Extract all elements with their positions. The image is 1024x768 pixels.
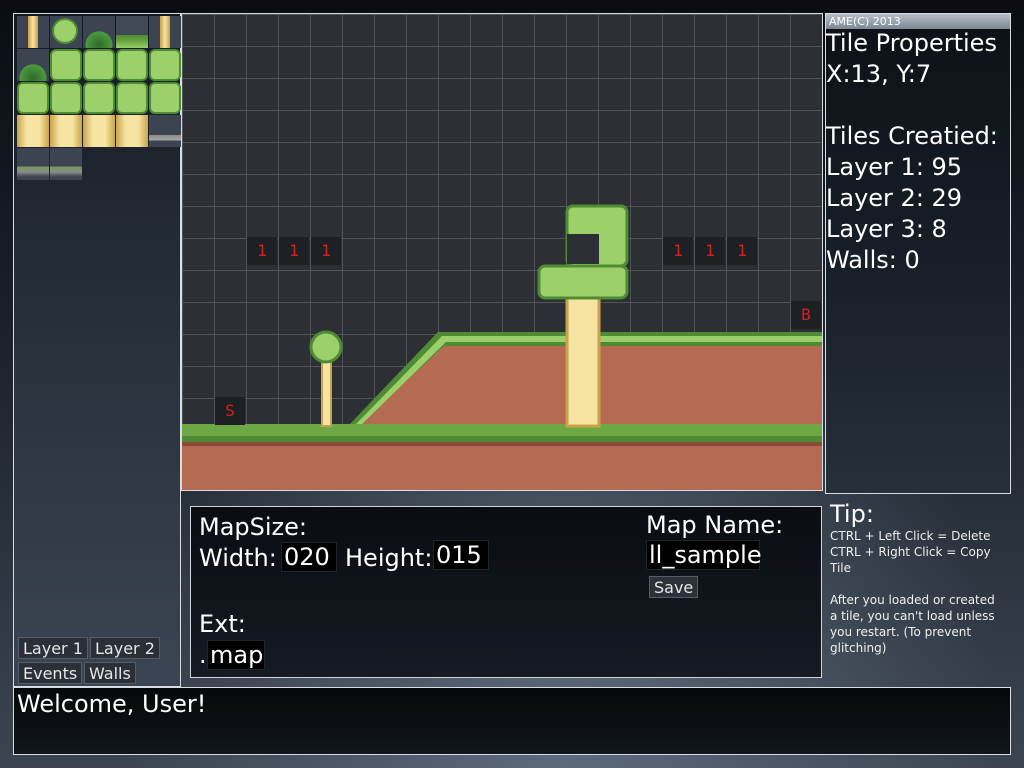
mapsize-label: MapSize: bbox=[199, 513, 307, 541]
tile-grass[interactable] bbox=[83, 49, 115, 81]
height-input[interactable]: 015 bbox=[433, 540, 489, 570]
tile-grass-top[interactable] bbox=[116, 16, 148, 48]
start-marker[interactable]: S bbox=[215, 397, 245, 425]
tile-grass[interactable] bbox=[17, 82, 49, 114]
events-button[interactable]: Events bbox=[18, 662, 83, 684]
tile-rock-grass[interactable] bbox=[17, 148, 49, 180]
width-label: Width: bbox=[199, 544, 277, 572]
tile-palette[interactable]: Layer 1 Layer 2 Events Walls bbox=[13, 13, 181, 687]
layer2-count: Layer 2: 29 bbox=[826, 184, 963, 212]
event-marker[interactable]: 1 bbox=[279, 237, 309, 265]
event-marker[interactable]: 1 bbox=[663, 237, 693, 265]
pillar bbox=[565, 296, 601, 428]
tile-grass[interactable] bbox=[149, 82, 181, 114]
tip-line: After you loaded or created bbox=[830, 593, 995, 607]
event-marker[interactable]: 1 bbox=[695, 237, 725, 265]
status-message: Welcome, User! bbox=[17, 690, 207, 718]
tip-line: glitching) bbox=[830, 641, 887, 655]
tile-pole[interactable] bbox=[17, 16, 49, 48]
tile-grass[interactable] bbox=[50, 49, 82, 81]
walls-count: Walls: 0 bbox=[826, 246, 920, 274]
layer1-button[interactable]: Layer 1 bbox=[18, 637, 88, 659]
tile-rock-grass[interactable] bbox=[50, 148, 82, 180]
tile-grass[interactable] bbox=[50, 82, 82, 114]
ext-dot: . bbox=[199, 641, 207, 669]
panel-title: Tile Properties bbox=[826, 29, 997, 57]
tip-line: a tile, you can't load unless bbox=[830, 609, 995, 623]
ext-input[interactable]: map bbox=[207, 640, 265, 670]
tip-line: CTRL + Left Click = Delete bbox=[830, 529, 991, 543]
event-marker[interactable]: 1 bbox=[727, 237, 757, 265]
event-marker[interactable]: 1 bbox=[311, 237, 341, 265]
tip-panel: Tip: CTRL + Left Click = Delete CTRL + R… bbox=[830, 500, 1015, 656]
layer2-button[interactable]: Layer 2 bbox=[90, 637, 160, 659]
pole-ball bbox=[309, 330, 343, 364]
bush-bottom bbox=[537, 264, 629, 300]
tile-grass[interactable] bbox=[116, 49, 148, 81]
tip-line: you restart. (To prevent bbox=[830, 625, 972, 639]
height-label: Height: bbox=[345, 544, 433, 572]
tip-line: CTRL + Right Click = Copy Tile bbox=[830, 545, 991, 575]
ground-shade bbox=[182, 442, 822, 446]
ground-grass-edge bbox=[182, 436, 822, 442]
status-bar: Welcome, User! bbox=[13, 687, 1011, 755]
event-marker[interactable]: 1 bbox=[247, 237, 277, 265]
ground-grass bbox=[182, 424, 822, 436]
save-button[interactable]: Save bbox=[649, 576, 699, 598]
bush-gap bbox=[567, 234, 599, 264]
tip-title: Tip: bbox=[830, 500, 874, 528]
tile-coordinates: X:13, Y:7 bbox=[826, 60, 932, 88]
width-input[interactable]: 020 bbox=[281, 542, 337, 572]
tile-grass[interactable] bbox=[116, 82, 148, 114]
boss-marker[interactable]: B bbox=[791, 301, 821, 329]
tile-pole-wide[interactable] bbox=[50, 115, 82, 147]
tile-bush[interactable] bbox=[17, 49, 49, 81]
walls-button[interactable]: Walls bbox=[84, 662, 136, 684]
tile-pole-wide[interactable] bbox=[116, 115, 148, 147]
tile-pole-wide[interactable] bbox=[17, 115, 49, 147]
tile-pole-wide[interactable] bbox=[83, 115, 115, 147]
tile-ball[interactable] bbox=[50, 16, 82, 48]
tile-properties-panel: AME(C) 2013 Tile Properties X:13, Y:7 Ti… bbox=[825, 13, 1011, 494]
tile-rock[interactable] bbox=[149, 115, 181, 147]
map-name-input[interactable]: ll_sample bbox=[646, 540, 762, 570]
tile-bush[interactable] bbox=[83, 16, 115, 48]
layer3-count: Layer 3: 8 bbox=[826, 215, 947, 243]
map-name-label: Map Name: bbox=[646, 511, 784, 539]
tile-grass[interactable] bbox=[83, 82, 115, 114]
ext-label: Ext: bbox=[199, 610, 246, 638]
map-canvas[interactable]: 1 1 1 1 1 1 S B bbox=[181, 13, 823, 491]
panel-header: AME(C) 2013 bbox=[826, 14, 1010, 29]
map-settings-panel: MapSize: Width: 020 Height: 015 Map Name… bbox=[190, 506, 822, 678]
tile-pole[interactable] bbox=[149, 16, 181, 48]
pole-small bbox=[321, 361, 332, 427]
tiles-created-label: Tiles Creatied: bbox=[826, 122, 998, 150]
tile-grass[interactable] bbox=[149, 49, 181, 81]
layer1-count: Layer 1: 95 bbox=[826, 153, 963, 181]
